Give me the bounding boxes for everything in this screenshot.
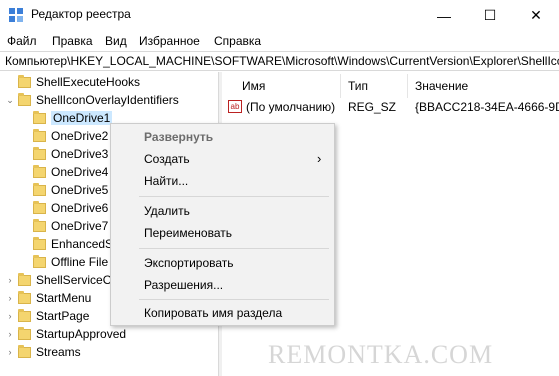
tree-item-label[interactable]: Offline File — [51, 255, 108, 269]
string-value-icon: ab — [228, 100, 242, 113]
chevron-right-icon[interactable]: › — [5, 293, 15, 303]
tree-item[interactable]: EnhancedS — [20, 235, 113, 253]
menu-separator — [139, 196, 329, 197]
tree-item-label[interactable]: EnhancedS — [51, 237, 113, 251]
tree-item[interactable]: › ShellServiceO — [5, 271, 112, 289]
menu-separator — [139, 248, 329, 249]
menu-item-new[interactable]: Создать — [144, 152, 190, 166]
folder-icon — [33, 218, 46, 232]
tree-item-label[interactable]: ShellExecuteHooks — [36, 75, 140, 89]
tree-item[interactable]: OneDrive4 — [20, 163, 108, 181]
chevron-right-icon: › — [317, 151, 322, 166]
tree-item-label[interactable]: OneDrive5 — [51, 183, 108, 197]
tree-item-label[interactable]: OneDrive4 — [51, 165, 108, 179]
folder-icon — [33, 128, 46, 142]
table-row[interactable]: ab (По умолчанию) REG_SZ {BBACC218-34EA-… — [222, 72, 559, 122]
menu-bar: Файл Правка Вид Избранное Справка — [0, 31, 559, 51]
chevron-right-icon[interactable]: › — [5, 311, 15, 321]
tree-item-label[interactable]: OneDrive6 — [51, 201, 108, 215]
folder-icon — [33, 146, 46, 160]
tree-item-label[interactable]: OneDrive1 — [51, 111, 113, 125]
tree-item[interactable]: › StartPage — [5, 307, 89, 325]
folder-icon — [18, 326, 31, 340]
address-bar[interactable]: Компьютер\HKEY_LOCAL_MACHINE\SOFTWARE\Mi… — [0, 51, 559, 71]
tree-item-selected[interactable]: OneDrive1 — [20, 109, 113, 127]
menu-item-find[interactable]: Найти... — [144, 174, 188, 188]
folder-icon — [33, 182, 46, 196]
folder-icon — [18, 92, 31, 106]
folder-icon — [18, 272, 31, 286]
chevron-right-icon[interactable]: › — [5, 347, 15, 357]
address-path[interactable]: Компьютер\HKEY_LOCAL_MACHINE\SOFTWARE\Mi… — [5, 54, 559, 68]
menu-item-copy-key-name[interactable]: Копировать имя раздела — [144, 306, 282, 320]
menu-view[interactable]: Вид — [105, 34, 127, 48]
tree-item[interactable]: OneDrive6 — [20, 199, 108, 217]
registry-editor-icon — [9, 8, 23, 22]
menu-help[interactable]: Справка — [214, 34, 261, 48]
close-button[interactable]: ✕ — [513, 0, 559, 31]
tree-item[interactable]: ShellExecuteHooks — [5, 73, 140, 91]
menu-item-expand[interactable]: Развернуть — [144, 130, 213, 144]
folder-icon — [18, 344, 31, 358]
folder-icon — [33, 164, 46, 178]
menu-item-permissions[interactable]: Разрешения... — [144, 278, 223, 292]
folder-icon — [18, 74, 31, 88]
maximize-button[interactable]: ☐ — [467, 0, 513, 31]
title-bar: Редактор реестра — ☐ ✕ — [0, 0, 559, 31]
folder-icon — [33, 254, 46, 268]
tree-item[interactable]: › StartupApproved — [5, 325, 126, 343]
tree-item[interactable]: › Streams — [5, 343, 81, 361]
folder-icon — [33, 236, 46, 250]
folder-icon — [18, 308, 31, 322]
minimize-button[interactable]: — — [421, 0, 467, 31]
chevron-right-icon[interactable]: › — [5, 275, 15, 285]
tree-item[interactable]: › StartMenu — [5, 289, 91, 307]
value-type[interactable]: REG_SZ — [348, 100, 396, 114]
tree-item[interactable]: OneDrive2 — [20, 127, 108, 145]
chevron-down-icon[interactable]: ⌄ — [5, 95, 15, 106]
folder-icon — [33, 200, 46, 214]
tree-item-label[interactable]: OneDrive7 — [51, 219, 108, 233]
tree-item-label[interactable]: Streams — [36, 345, 81, 359]
tree-item-label[interactable]: StartupApproved — [36, 327, 126, 341]
menu-favorites[interactable]: Избранное — [139, 34, 200, 48]
tree-item-label[interactable]: ShellIconOverlayIdentifiers — [36, 93, 179, 107]
window-title: Редактор реестра — [31, 7, 131, 21]
tree-item[interactable]: OneDrive7 — [20, 217, 108, 235]
menu-file[interactable]: Файл — [7, 34, 37, 48]
context-menu: Развернуть Создать › Найти... Удалить Пе… — [110, 123, 335, 326]
value-name[interactable]: (По умолчанию) — [246, 100, 335, 114]
tree-item[interactable]: OneDrive3 — [20, 145, 108, 163]
tree-item[interactable]: Offline File — [20, 253, 108, 271]
tree-item-label[interactable]: StartPage — [36, 309, 89, 323]
chevron-right-icon[interactable]: › — [5, 329, 15, 339]
tree-item-label[interactable]: OneDrive2 — [51, 129, 108, 143]
menu-edit[interactable]: Правка — [52, 34, 93, 48]
tree-item-label[interactable]: OneDrive3 — [51, 147, 108, 161]
watermark: REMONTKA.COM — [268, 340, 494, 369]
folder-icon — [33, 110, 46, 124]
menu-separator — [139, 299, 329, 300]
tree-item[interactable]: OneDrive5 — [20, 181, 108, 199]
tree-item[interactable]: ⌄ ShellIconOverlayIdentifiers — [5, 91, 179, 109]
tree-item-label[interactable]: StartMenu — [36, 291, 91, 305]
tree-item-label[interactable]: ShellServiceO — [36, 273, 112, 287]
menu-item-rename[interactable]: Переименовать — [144, 226, 232, 240]
menu-item-export[interactable]: Экспортировать — [144, 256, 234, 270]
folder-icon — [18, 290, 31, 304]
value-data[interactable]: {BBACC218-34EA-4666-9D7 — [415, 100, 559, 114]
menu-item-delete[interactable]: Удалить — [144, 204, 190, 218]
